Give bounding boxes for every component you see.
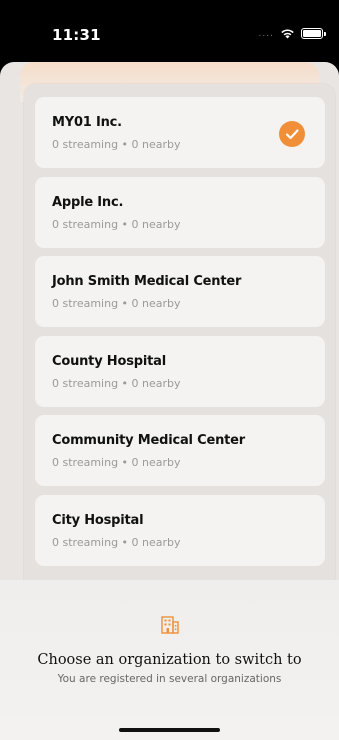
organization-card[interactable]: John Smith Medical Center 0 streaming • 0… (35, 256, 325, 327)
organization-card[interactable]: Community Medical Center 0 streaming • 0 … (35, 415, 325, 486)
footer-subtitle: You are registered in several organizati… (57, 673, 282, 685)
checkmark-icon (279, 121, 305, 147)
building-icon (160, 615, 180, 640)
organization-card[interactable]: City Hospital 0 streaming • 0 nearby (35, 494, 325, 566)
wifi-icon (281, 29, 294, 39)
status-time: 11:31 (52, 26, 101, 44)
organization-card[interactable]: MY01 Inc. 0 streaming • 0 nearby (35, 97, 325, 168)
organization-name: City Hospital (52, 512, 144, 528)
battery-icon (301, 28, 326, 39)
footer-title: Choose an organization to switch to (37, 652, 302, 668)
status-bar: 11:31 .... (0, 0, 339, 62)
organization-card[interactable]: Apple Inc. 0 streaming • 0 nearby (35, 176, 325, 248)
organization-name: John Smith Medical Center (52, 274, 242, 289)
organization-meta: 0 streaming • 0 nearby (52, 456, 181, 469)
organization-meta: 0 streaming • 0 nearby (52, 217, 181, 231)
organization-card[interactable]: County Hospital 0 streaming • 0 nearby (35, 335, 325, 407)
organization-name: Apple Inc. (52, 194, 124, 210)
organization-meta: 0 streaming • 0 nearby (52, 297, 181, 310)
organization-name: County Hospital (52, 353, 166, 369)
organization-meta: 0 streaming • 0 nearby (52, 535, 181, 549)
organization-name: Community Medical Center (52, 433, 245, 448)
home-indicator[interactable] (119, 728, 220, 732)
organization-meta: 0 streaming • 0 nearby (52, 376, 181, 390)
signal-icon: .... (258, 28, 274, 39)
status-icons: .... (258, 28, 326, 39)
organization-list: MY01 Inc. 0 streaming • 0 nearby Apple Inc… (35, 97, 325, 574)
